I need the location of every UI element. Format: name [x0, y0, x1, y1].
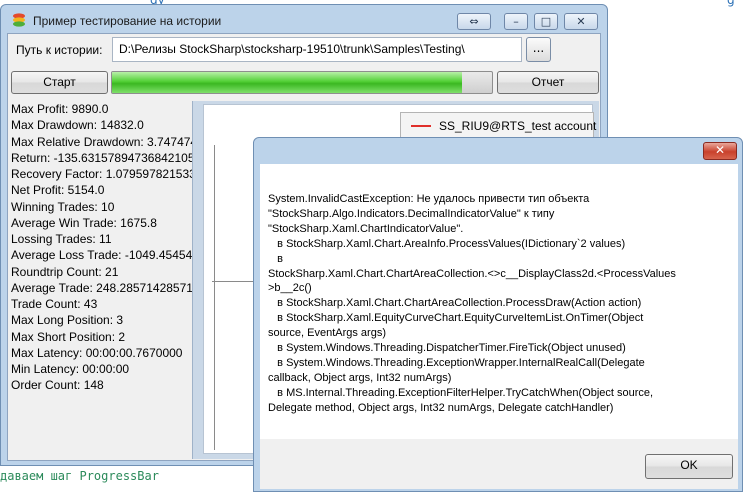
minimize-button[interactable]: –	[504, 13, 528, 30]
background-code-text: даваем шаг ProgressBar	[0, 469, 159, 483]
statistic-item: Min Latency: 00:00:00	[11, 362, 130, 376]
report-button[interactable]: Отчет	[497, 71, 599, 94]
chart-legend: SS_RIU9@RTS_test account	[400, 112, 597, 139]
maximize-button[interactable]: □	[534, 13, 558, 30]
dialog-close-button[interactable]: ✕	[703, 142, 737, 160]
progress-bar	[111, 71, 493, 94]
error-dialog: ✕ System.InvalidCastException: Не удалос…	[253, 137, 743, 492]
dialog-message-area: System.InvalidCastException: Не удалось …	[260, 164, 738, 439]
statistic-item: Max Latency: 00:00:00.7670000	[11, 345, 183, 360]
path-label: Путь к истории:	[16, 43, 103, 57]
statistic-item: Trade Count: 43	[11, 297, 98, 311]
close-icon: ✕	[714, 143, 726, 157]
background-text-top-right: g	[727, 0, 735, 7]
statistic-item: Average Loss Trade: -1049.454545	[11, 248, 193, 263]
close-button[interactable]: ✕	[564, 13, 598, 30]
restore-button[interactable]: ⇔	[457, 13, 491, 30]
minimize-icon: –	[513, 15, 519, 28]
close-icon: ✕	[576, 15, 586, 28]
statistic-item: Max Drawdown: 14832.0	[11, 118, 144, 133]
progress-bar-fill	[112, 72, 462, 93]
statistic-item: Max Long Position: 3	[11, 313, 124, 328]
statistic-item: Return: -135.631578947368421052	[11, 150, 193, 165]
browse-button[interactable]: ...	[526, 37, 551, 62]
statistic-item: Winning Trades: 10	[11, 199, 115, 214]
statistic-item: Net Profit: 5154.0	[11, 183, 105, 198]
statistics-list: Max Profit: 9890.0 Max Drawdown: 14832.0 M…	[11, 101, 193, 394]
statistic-item: Roundtrip Count: 21	[11, 264, 119, 279]
window-title: Пример тестирование на истории	[33, 14, 222, 28]
chart-y-axis	[214, 145, 215, 450]
restore-icon: ⇔	[469, 15, 479, 28]
maximize-icon: □	[540, 15, 552, 28]
dialog-button-bar: OK	[260, 439, 738, 489]
statistic-item: Max Short Position: 2	[11, 329, 126, 344]
statistic-item: Lossing Trades: 11	[11, 232, 112, 246]
statistic-item: Order Count: 148	[11, 378, 104, 393]
statistic-item: Average Trade: 248.285714285714	[11, 280, 193, 295]
legend-series-label: SS_RIU9@RTS_test account	[439, 119, 597, 133]
statistic-item: Max Profit: 9890.0	[11, 102, 109, 116]
app-icon	[13, 13, 25, 27]
statistic-item: Max Relative Drawdown: 3.747474	[11, 134, 193, 149]
statistic-item: Average Win Trade: 1675.8	[11, 215, 157, 230]
ok-button[interactable]: OK	[645, 454, 733, 479]
start-button[interactable]: Старт	[11, 71, 108, 94]
history-path-input[interactable]: D:\Релизы StockSharp\stocksharp-19510\tr…	[112, 37, 522, 62]
statistic-item: Recovery Factor: 1.0795978215333	[11, 167, 193, 181]
legend-series-line	[411, 125, 431, 127]
title-bar[interactable]: Пример тестирование на истории ⇔ – □ ✕	[1, 5, 607, 33]
exception-message: System.InvalidCastException: Не удалось …	[268, 193, 676, 414]
